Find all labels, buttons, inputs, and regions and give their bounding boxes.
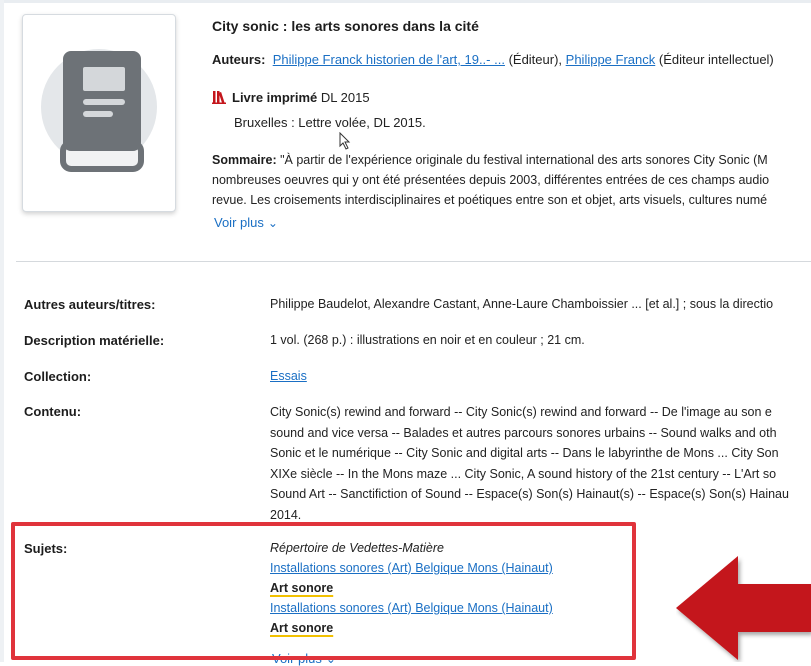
- window-top-edge: [0, 0, 811, 3]
- summary-line-3: revue. Les croisements interdisciplinair…: [212, 193, 768, 207]
- author-role-2: (Éditeur intellectuel): [655, 52, 774, 67]
- mouse-cursor-icon: [339, 132, 351, 150]
- red-arrow-left-icon: [676, 556, 811, 660]
- voir-plus-sujets-button[interactable]: Voir plus ⌄: [272, 651, 336, 666]
- sujets-label: Sujets:: [24, 541, 68, 556]
- voir-plus-label: Voir plus: [272, 651, 322, 666]
- contenu-line: Sonic et le numérique -- City Sonic and …: [270, 446, 779, 461]
- book-illustration-icon: [41, 49, 157, 172]
- subject-link-1[interactable]: Installations sonores (Art) Belgique Mon…: [270, 561, 553, 575]
- autres-auteurs-label: Autres auteurs/titres:: [24, 297, 156, 312]
- contenu-line: 2014.: [270, 507, 302, 522]
- description-label: Description matérielle:: [24, 333, 165, 348]
- contenu-label: Contenu:: [24, 404, 82, 419]
- collection-link[interactable]: Essais: [270, 369, 307, 383]
- document-type-row: Livre imprimé DL 2015: [212, 90, 370, 105]
- section-divider: [16, 261, 811, 262]
- books-icon: [212, 91, 226, 104]
- summary-line-2: nombreuses oeuvres qui y ont été présent…: [212, 173, 770, 187]
- subject-term-2[interactable]: Art sonore: [270, 621, 333, 635]
- subject-link[interactable]: Installations sonores (Art) Belgique Mon…: [270, 561, 553, 575]
- collection-label: Collection:: [24, 369, 92, 384]
- summary-block: Sommaire: "À partir de l'expérience orig…: [212, 150, 811, 210]
- chevron-down-icon: ⌄: [267, 216, 278, 230]
- voir-plus-summary-button[interactable]: Voir plus ⌄: [214, 215, 278, 230]
- chevron-down-icon: ⌄: [325, 652, 336, 666]
- collection-value: Essais: [270, 369, 811, 383]
- book-cover-placeholder[interactable]: [22, 14, 176, 212]
- record-title[interactable]: City sonic : les arts sonores dans la ci…: [212, 18, 479, 34]
- authors-row: Auteurs: Philippe Franck historien de l'…: [212, 52, 774, 67]
- sujets-vocabulary: Répertoire de Vedettes-Matière: [270, 541, 444, 555]
- subject-link-2[interactable]: Installations sonores (Art) Belgique Mon…: [270, 601, 553, 615]
- summary-line-1: "À partir de l'expérience originale du f…: [276, 153, 768, 167]
- author-link-1[interactable]: Philippe Franck historien de l'art, 19..…: [273, 52, 505, 67]
- autres-auteurs-value: Philippe Baudelot, Alexandre Castant, An…: [270, 297, 774, 311]
- description-value: 1 vol. (268 p.) : illustrations en noir …: [270, 333, 585, 347]
- document-type: Livre imprimé: [232, 90, 318, 105]
- subject-term[interactable]: Art sonore: [270, 621, 333, 635]
- voir-plus-label: Voir plus: [214, 215, 264, 230]
- author-link-2[interactable]: Philippe Franck: [566, 52, 656, 67]
- subject-term[interactable]: Art sonore: [270, 581, 333, 595]
- subject-term-1[interactable]: Art sonore: [270, 581, 333, 595]
- contenu-line: sound and vice versa -- Balades et autre…: [270, 425, 777, 440]
- subject-link[interactable]: Installations sonores (Art) Belgique Mon…: [270, 601, 553, 615]
- authors-label: Auteurs:: [212, 52, 266, 67]
- publisher-info: Bruxelles : Lettre volée, DL 2015.: [234, 115, 426, 130]
- window-left-edge: [0, 0, 4, 662]
- summary-label: Sommaire:: [212, 153, 277, 167]
- contenu-value: City Sonic(s) rewind and forward -- City…: [270, 402, 811, 526]
- contenu-line: XIXe siècle -- In the Mons maze ... City…: [270, 466, 777, 481]
- author-role-1: (Éditeur),: [504, 52, 563, 67]
- contenu-line: City Sonic(s) rewind and forward -- City…: [270, 405, 772, 419]
- contenu-line: Sound Art -- Sanctifiction of Sound -- E…: [270, 487, 789, 502]
- document-date: DL 2015: [317, 90, 370, 105]
